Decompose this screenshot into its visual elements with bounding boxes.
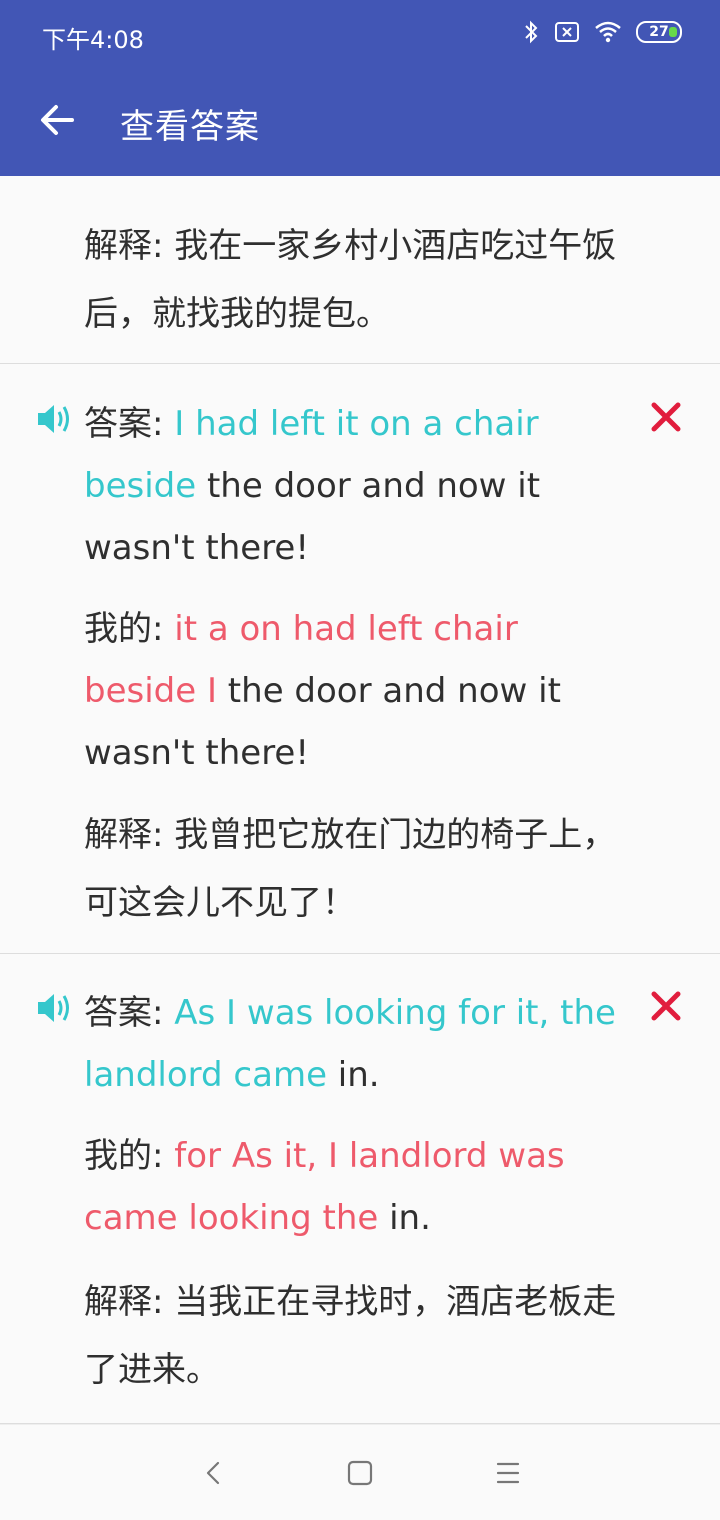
explanation-text: 解释: 当我正在寻找时，酒店老板走了进来。 xyxy=(84,1268,624,1404)
bluetooth-icon xyxy=(525,20,538,44)
status-time: 下午4:08 xyxy=(42,26,144,54)
navigation-bar xyxy=(0,1424,720,1520)
mine-label: 我的: xyxy=(84,609,175,649)
back-arrow-icon[interactable] xyxy=(36,98,80,142)
nav-back-icon[interactable] xyxy=(200,1459,228,1487)
battery-fill xyxy=(669,27,677,37)
answer-rest: in. xyxy=(327,1055,380,1095)
list-item-partial: 解释: 我在一家乡村小酒店吃过午饭后，就找我的提包。 xyxy=(0,176,720,364)
wrong-mark-icon xyxy=(651,402,681,432)
app-bar: 查看答案 xyxy=(0,72,720,176)
nav-menu-icon[interactable] xyxy=(494,1459,522,1487)
mine-label: 我的: xyxy=(84,1136,175,1176)
correct-answer: 答案: I had left it on a chair beside the … xyxy=(84,393,624,579)
explanation-label: 解释: xyxy=(84,1282,175,1322)
explanation-text: 解释: 我在一家乡村小酒店吃过午饭后，就找我的提包。 xyxy=(84,212,619,348)
battery-level: 27 xyxy=(649,24,669,40)
my-answer: 我的: it a on had left chair beside I the … xyxy=(84,598,624,784)
battery-icon: 27 xyxy=(636,21,682,43)
my-answer: 我的: for As it, I landlord was came looki… xyxy=(84,1125,624,1249)
status-icons: 27 xyxy=(522,20,682,44)
status-bar: 下午4:08 27 xyxy=(0,0,720,72)
page-title: 查看答案 xyxy=(120,107,260,147)
mine-rest: in. xyxy=(378,1198,431,1238)
list-item: 答案: I had left it on a chair beside the … xyxy=(0,365,720,954)
speaker-icon[interactable] xyxy=(36,990,72,1026)
answer-list[interactable]: 解释: 我在一家乡村小酒店吃过午饭后，就找我的提包。 答案: I had lef… xyxy=(0,176,720,1424)
explanation-text: 解释: 我曾把它放在门边的椅子上，可这会儿不见了！ xyxy=(84,801,624,937)
correct-answer: 答案: As I was looking for it, the landlor… xyxy=(84,982,624,1106)
answer-label: 答案: xyxy=(84,404,175,444)
speaker-icon[interactable] xyxy=(36,401,72,437)
explanation-label: 解释: xyxy=(84,226,175,266)
answer-label: 答案: xyxy=(84,993,175,1033)
explanation-label: 解释: xyxy=(84,815,175,855)
nav-home-icon[interactable] xyxy=(346,1459,374,1487)
list-item: 答案: As I was looking for it, the landlor… xyxy=(0,954,720,1424)
sim-icon xyxy=(555,22,579,42)
wifi-icon xyxy=(595,21,621,43)
wrong-mark-icon xyxy=(651,991,681,1021)
